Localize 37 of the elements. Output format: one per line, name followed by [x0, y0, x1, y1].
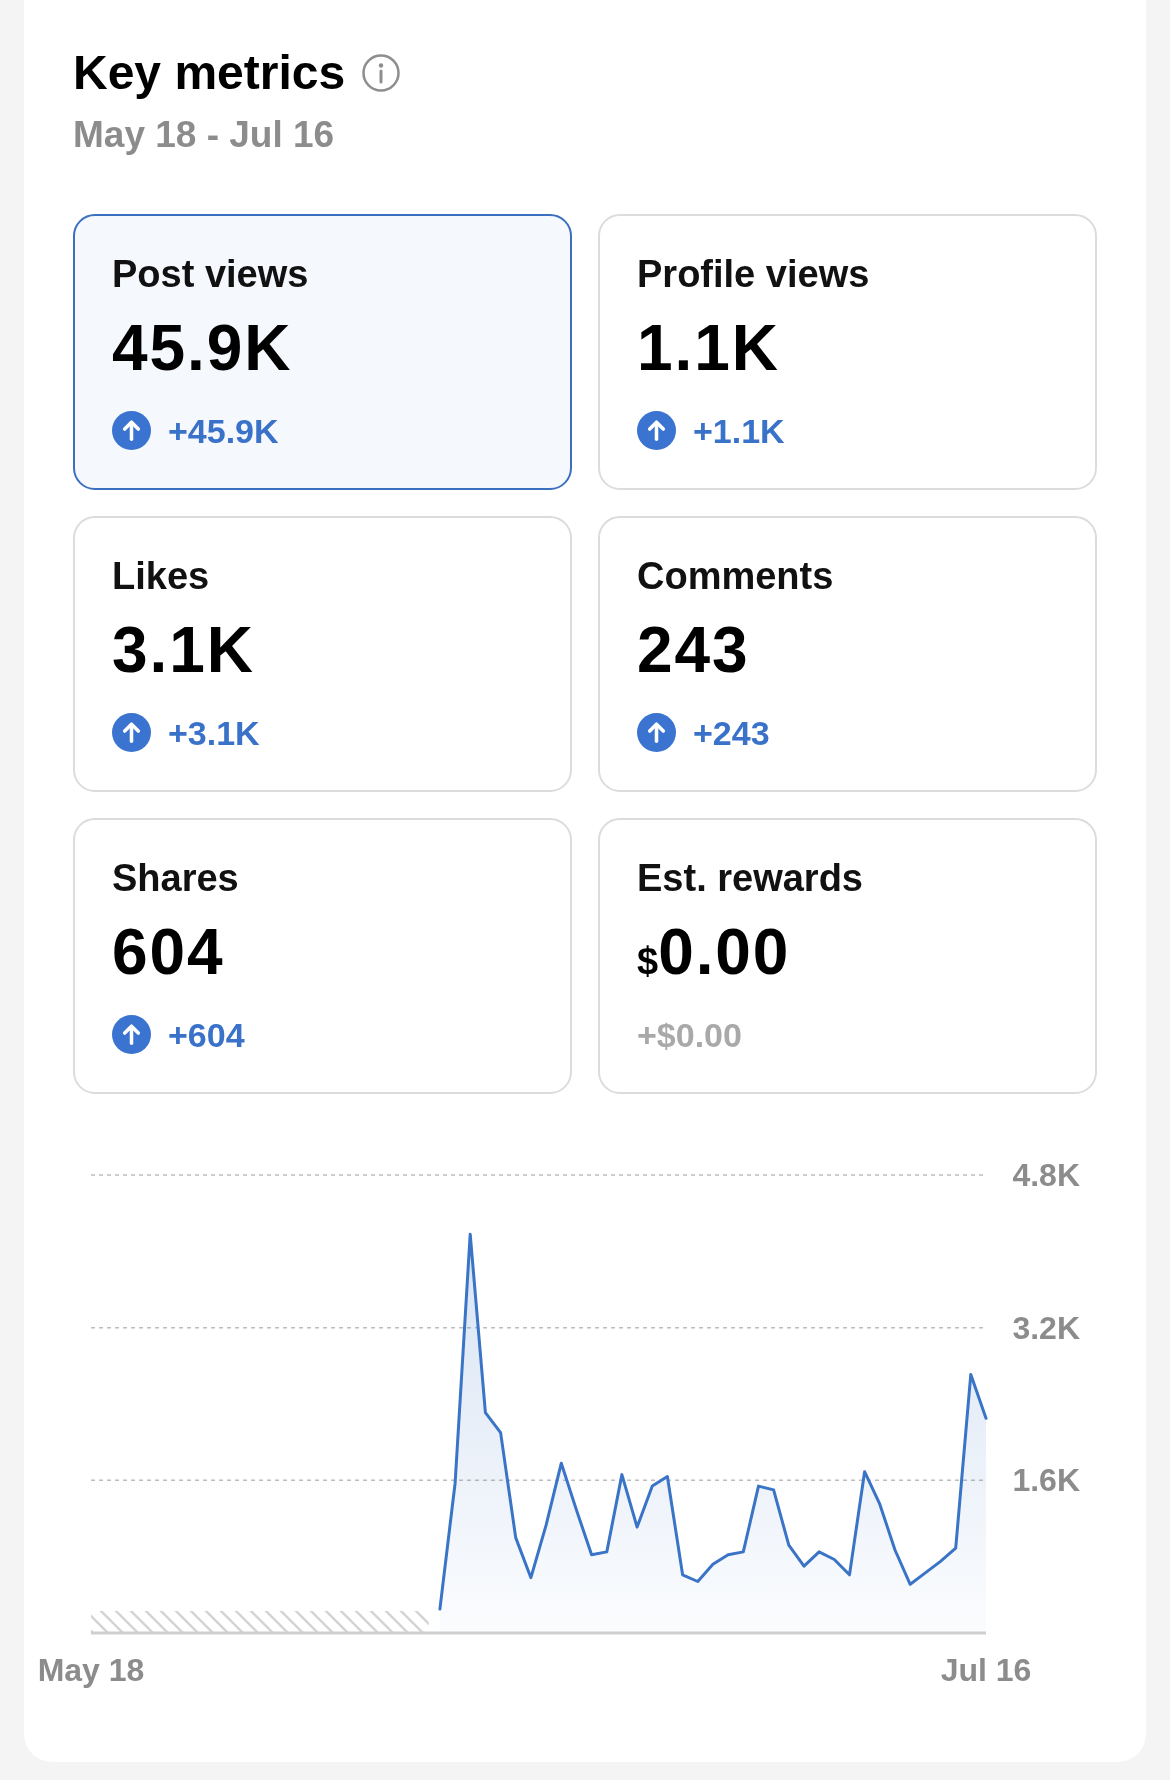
- metric-change: +1.1K: [693, 413, 785, 448]
- metric-label: Est. rewards: [637, 859, 863, 897]
- metric-label: Shares: [112, 859, 239, 897]
- arrow-up-circle-icon: [112, 411, 151, 450]
- date-range: May 18 - Jul 16: [73, 116, 335, 153]
- metric-label: Likes: [112, 557, 210, 595]
- metric-change: +$0.00: [637, 1017, 742, 1052]
- metric-change: +243: [693, 715, 770, 750]
- metric-change: +45.9K: [168, 413, 279, 448]
- metric-label: Profile views: [637, 255, 870, 293]
- arrow-up-circle-icon: [637, 713, 676, 752]
- info-icon[interactable]: [362, 54, 401, 92]
- arrow-up-circle-icon: [637, 411, 676, 450]
- metric-card[interactable]: Likes 3.1K +3.1K: [73, 516, 572, 792]
- metric-value: 604: [112, 920, 225, 984]
- metric-card[interactable]: Est. rewards $0.00 +$0.00: [598, 818, 1097, 1094]
- metric-card[interactable]: Comments 243 +243: [598, 516, 1097, 792]
- metric-change: +3.1K: [168, 715, 260, 750]
- metric-value: 3.1K: [112, 618, 255, 682]
- metric-card[interactable]: Post views 45.9K +45.9K: [73, 214, 572, 490]
- arrow-up-circle-icon: [112, 713, 151, 752]
- metric-card[interactable]: Shares 604 +604: [73, 818, 572, 1094]
- x-axis-label: Jul 16: [940, 1652, 1032, 1688]
- y-axis-label: 3.2K: [1012, 1309, 1080, 1346]
- metric-label: Post views: [112, 255, 309, 293]
- arrow-up-circle-icon: [112, 1015, 151, 1054]
- metric-value: 243: [637, 618, 750, 682]
- metric-value: $0.00: [637, 920, 791, 984]
- x-axis-label: May 18: [37, 1652, 145, 1688]
- metric-value: 45.9K: [112, 316, 293, 380]
- y-axis-label: 1.6K: [1012, 1462, 1080, 1499]
- y-axis-label: 4.8K: [1012, 1157, 1080, 1193]
- metric-value: 1.1K: [637, 316, 780, 380]
- metric-card[interactable]: Profile views 1.1K +1.1K: [598, 214, 1097, 490]
- metric-change: +604: [168, 1017, 245, 1052]
- section-title: Key metrics: [73, 49, 346, 97]
- metric-label: Comments: [637, 557, 834, 595]
